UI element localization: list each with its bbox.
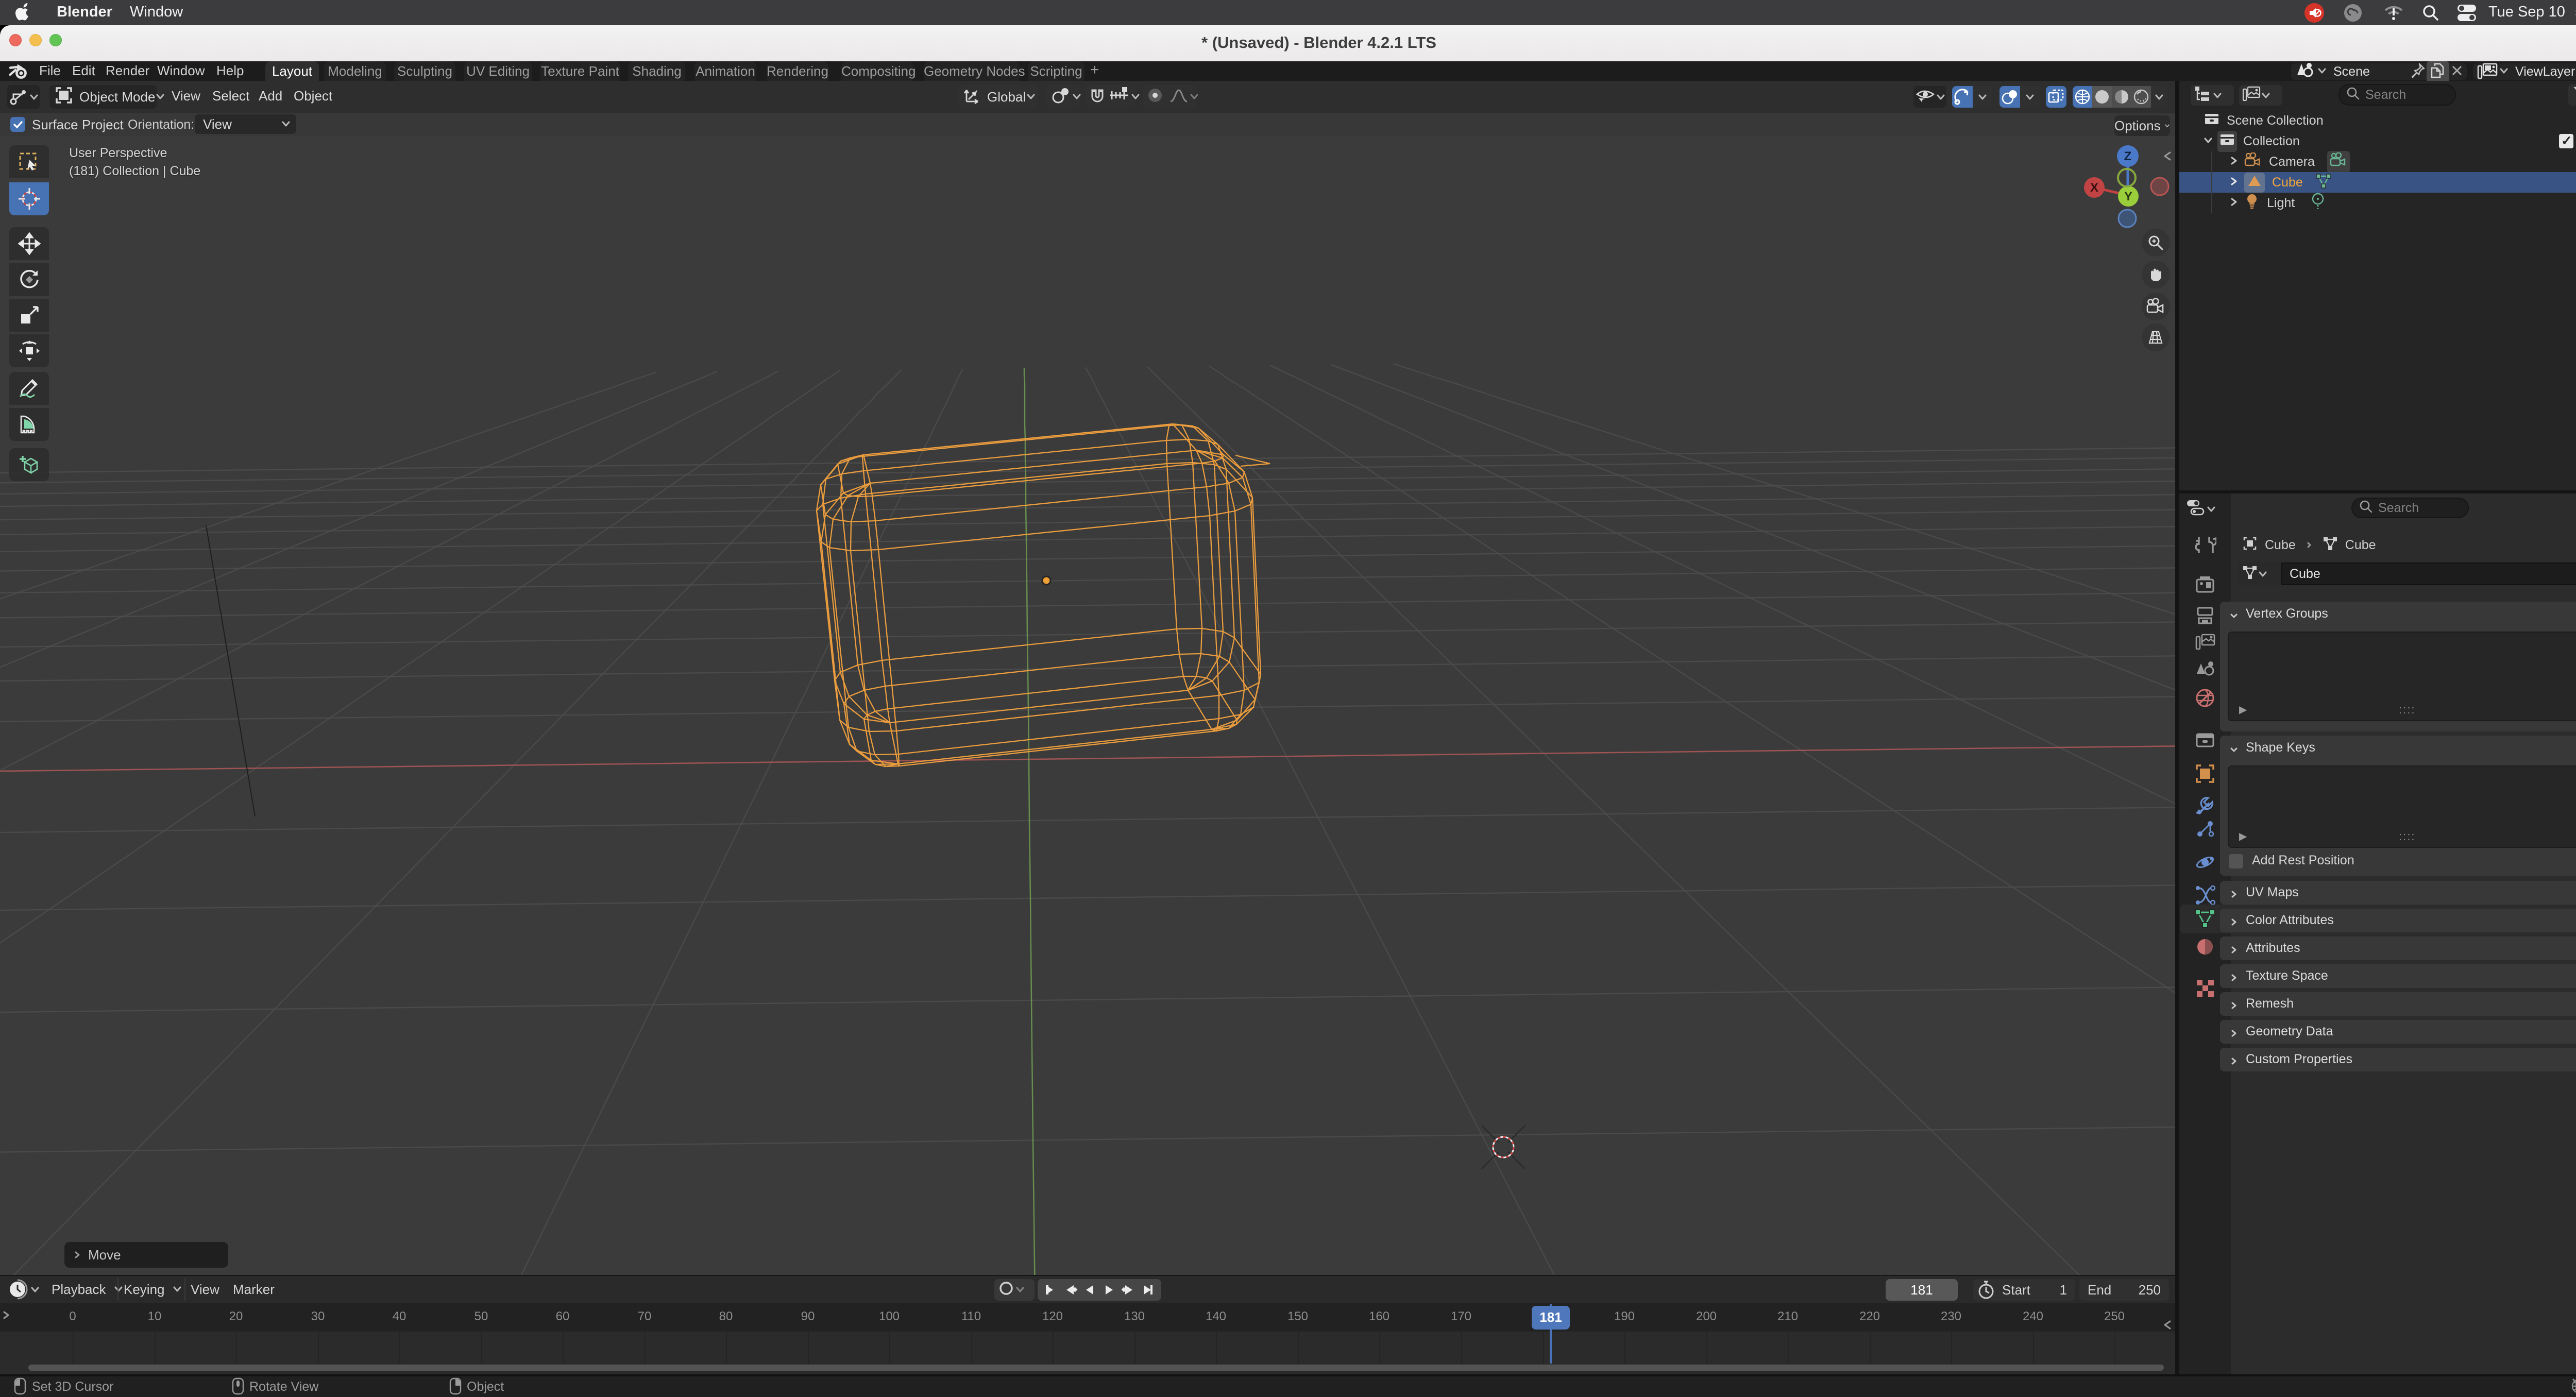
svg-text:X: X: [2090, 181, 2098, 195]
svg-text:Z: Z: [2124, 149, 2132, 163]
svg-text:Y: Y: [2124, 190, 2132, 203]
